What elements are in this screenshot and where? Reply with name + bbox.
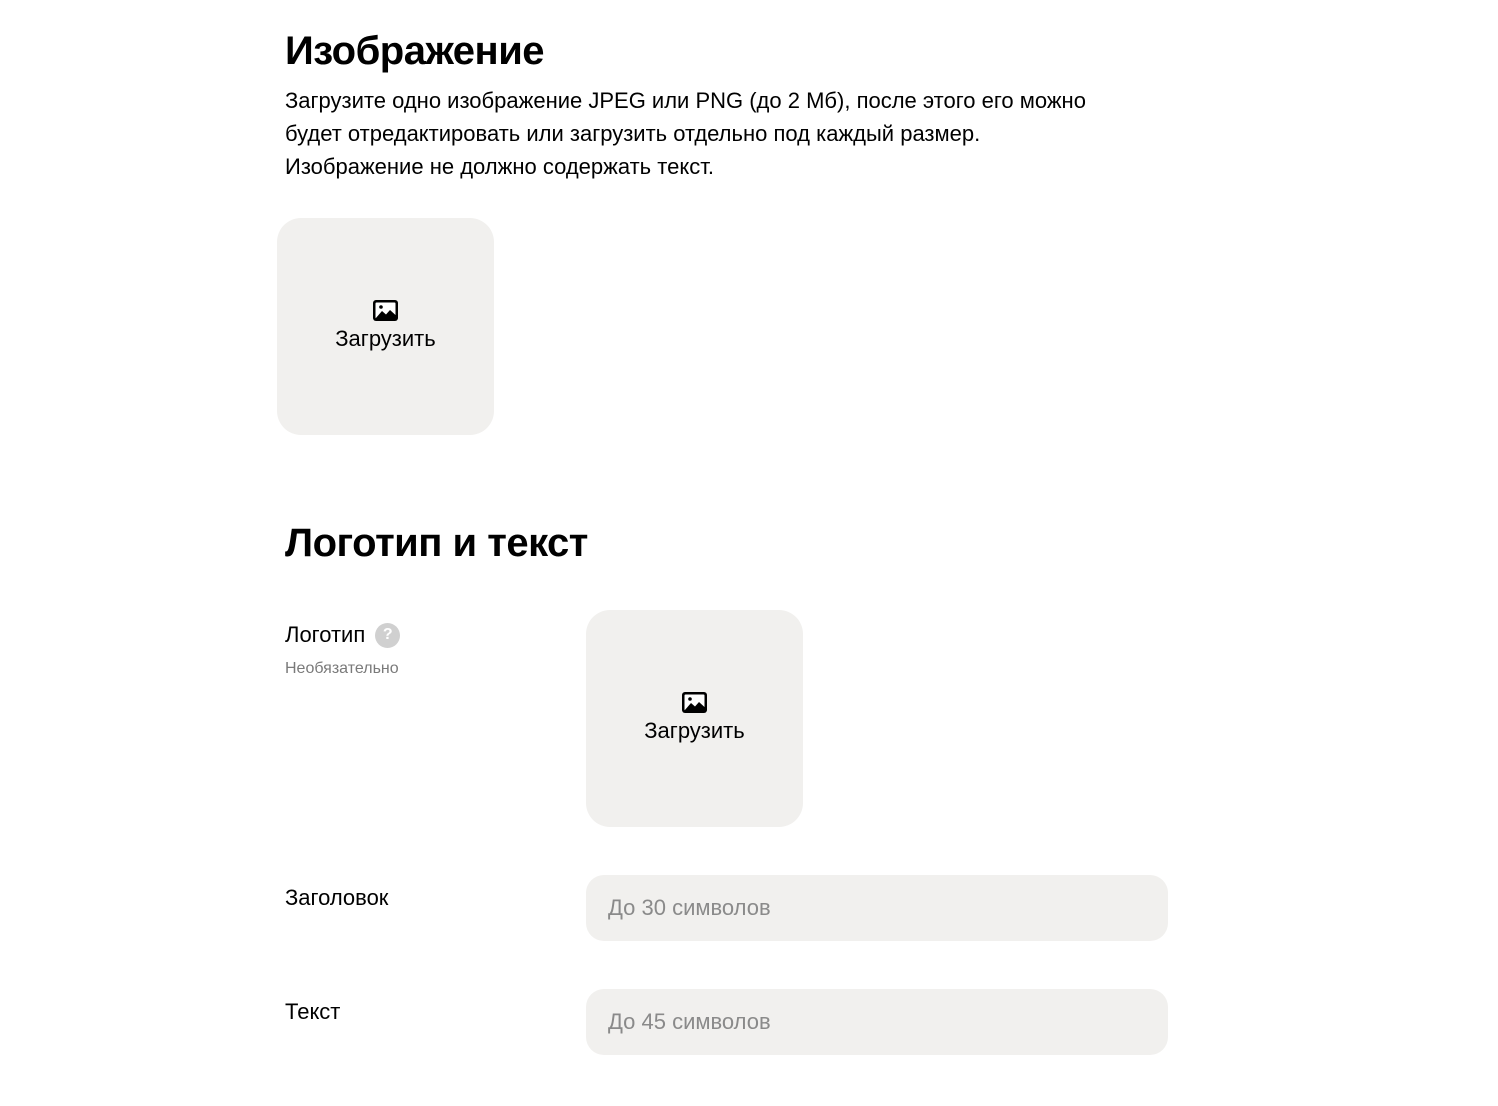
description-line: Изображение не должно содержать текст.	[285, 154, 714, 179]
image-icon	[373, 300, 398, 321]
headline-field-label: Заголовок	[285, 885, 389, 910]
description-line: будет отредактировать или загрузить отде…	[285, 121, 981, 146]
headline-input[interactable]	[586, 875, 1168, 941]
page: Изображение Загрузите одно изображение J…	[0, 0, 1498, 1106]
logo-field-label: Логотип ?	[285, 621, 401, 649]
description-line: Загрузите одно изображение JPEG или PNG …	[285, 88, 1086, 113]
question-icon[interactable]: ?	[375, 622, 401, 648]
text-input[interactable]	[586, 989, 1168, 1055]
upload-label: Загрузить	[644, 718, 745, 743]
image-section-title: Изображение	[285, 29, 545, 73]
logo-upload-button[interactable]: Загрузить	[586, 610, 803, 827]
logo-section-title: Логотип и текст	[285, 521, 588, 565]
image-icon	[682, 692, 707, 713]
image-upload-button[interactable]: Загрузить	[277, 218, 494, 435]
image-section-description: Загрузите одно изображение JPEG или PNG …	[285, 84, 1165, 183]
upload-label: Загрузить	[335, 326, 436, 351]
logo-label-text: Логотип	[285, 622, 366, 647]
text-field-label: Текст	[285, 999, 341, 1024]
optional-hint: Необязательно	[285, 660, 399, 677]
